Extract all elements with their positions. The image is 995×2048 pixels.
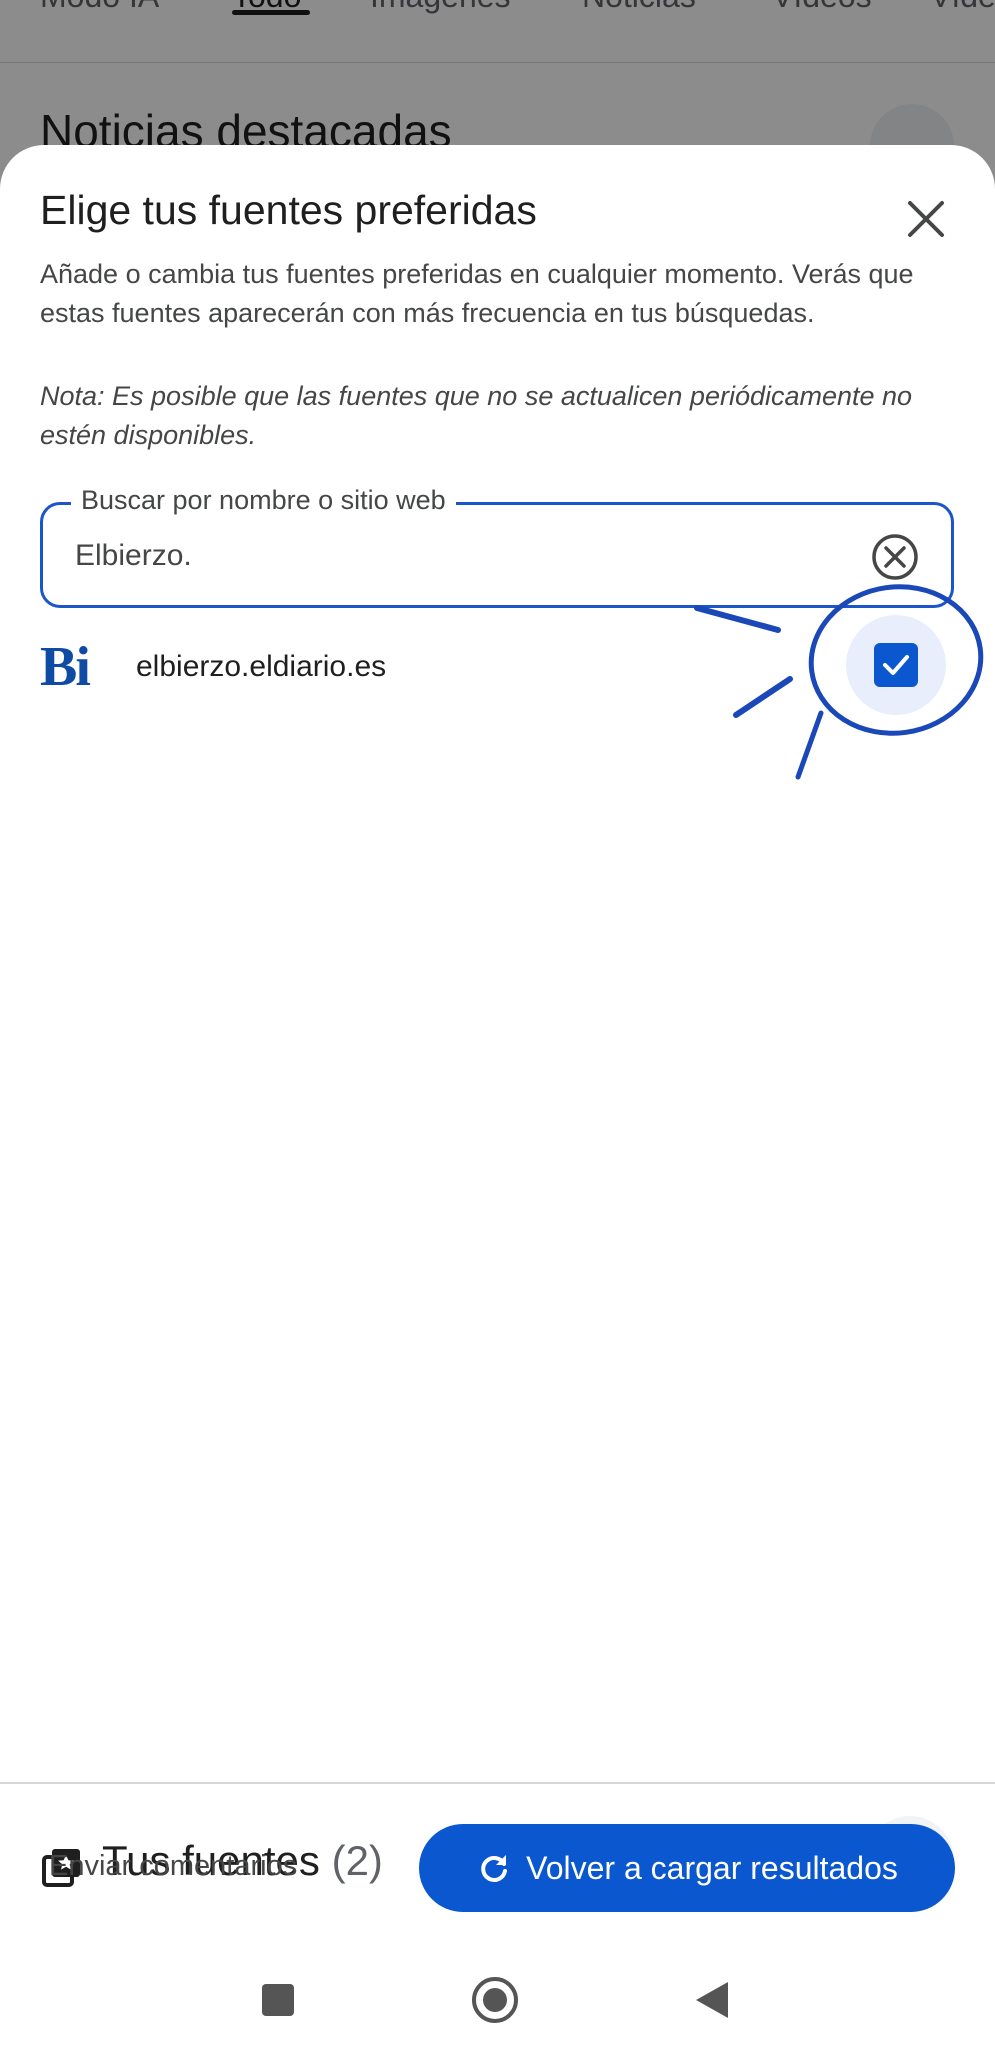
checkbox-checked [874,643,918,687]
footer-divider [0,1782,995,1784]
system-navigation-bar [0,1960,995,2048]
sheet-description: Añade o cambia tus fuentes preferidas en… [40,259,914,328]
search-field[interactable]: Buscar por nombre o sitio web [40,485,954,608]
search-input[interactable] [75,531,855,581]
home-button[interactable] [455,1960,535,2040]
close-button[interactable] [892,185,960,253]
reload-results-label: Volver a cargar resultados [526,1849,898,1886]
source-name: elbierzo.eldiario.es [136,650,387,683]
back-triangle-icon [696,1982,728,2018]
home-circle-icon [472,1977,518,2023]
preferred-sources-sheet: Elige tus fuentes preferidas Añade o cam… [0,145,995,2048]
recents-square-icon [262,1984,294,2016]
check-icon [883,655,909,675]
close-icon [908,201,944,237]
send-feedback-link[interactable]: Enviar comentarios [49,1850,297,1883]
reload-results-button[interactable]: Volver a cargar resultados [419,1824,955,1912]
clear-circle-icon [872,534,918,580]
source-checkbox[interactable] [846,615,946,715]
source-logo: Bi [40,636,91,698]
clear-search-button[interactable] [867,529,923,585]
refresh-icon [481,1855,508,1882]
sheet-title: Elige tus fuentes preferidas [40,187,537,233]
recents-button[interactable] [238,1960,318,2040]
back-button[interactable] [672,1960,752,2040]
search-label: Buscar por nombre o sitio web [71,485,456,516]
your-sources-count: (2) [331,1837,383,1884]
sheet-note: Nota: Es posible que las fuentes que no … [40,381,913,450]
source-result-row[interactable]: Bi elbierzo.eldiario.es [0,605,995,735]
